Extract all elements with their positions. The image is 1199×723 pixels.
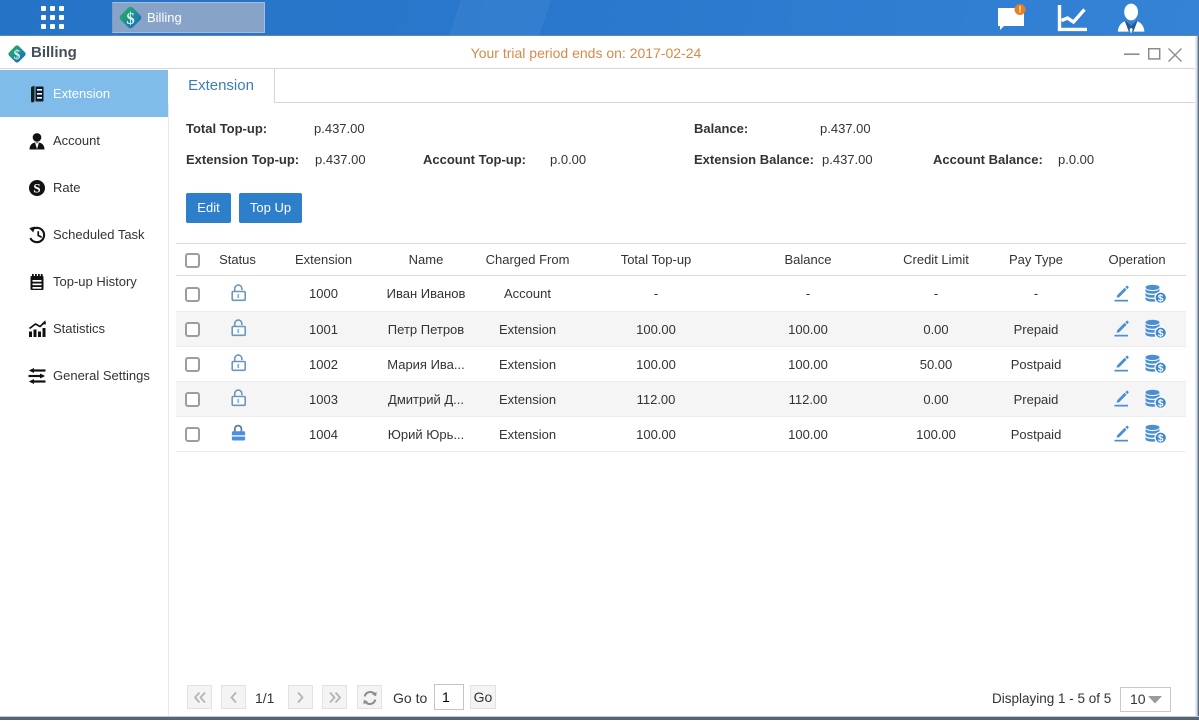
svg-text:S: S xyxy=(33,180,40,195)
svg-text:$: $ xyxy=(1158,363,1164,374)
svg-text:$: $ xyxy=(126,9,134,28)
svg-text:$: $ xyxy=(1158,293,1164,304)
svg-text:$: $ xyxy=(1158,328,1164,339)
svg-text:!: ! xyxy=(1019,5,1022,15)
svg-text:$: $ xyxy=(1158,433,1164,444)
svg-text:$: $ xyxy=(1158,398,1164,409)
